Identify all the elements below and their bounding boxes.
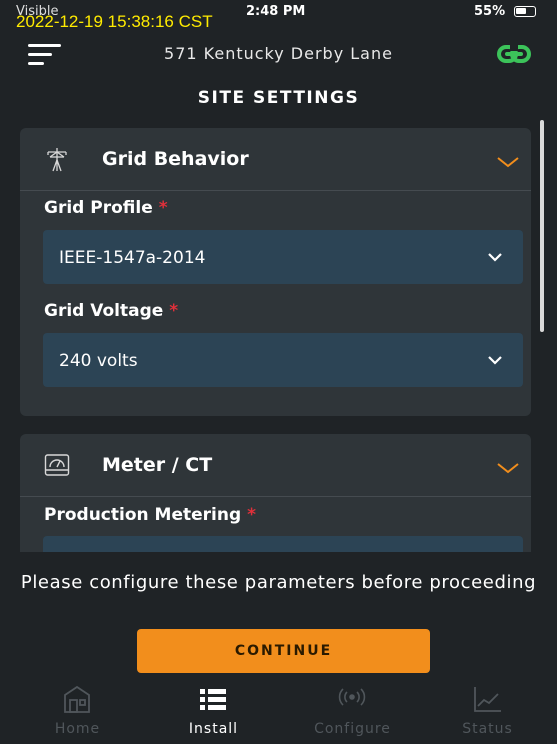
tab-bar: Home Install Configure Status bbox=[0, 680, 557, 744]
continue-button[interactable]: CONTINUE bbox=[137, 629, 430, 673]
chevron-down-icon[interactable] bbox=[496, 461, 520, 475]
tab-configure-label: Configure bbox=[314, 721, 391, 737]
required-marker: * bbox=[169, 301, 179, 321]
meter-icon bbox=[44, 454, 70, 476]
grid-voltage-label: Grid Voltage * bbox=[44, 301, 179, 321]
chevron-down-icon bbox=[488, 253, 502, 262]
required-marker: * bbox=[158, 198, 168, 218]
top-bar: 571 Kentucky Derby Lane bbox=[0, 34, 557, 74]
settings-scroll-area[interactable]: Grid Behavior Grid Profile * IEEE-1547a-2… bbox=[0, 120, 557, 552]
chevron-down-icon bbox=[488, 356, 502, 365]
timestamp-overlay: 2022-12-19 15:38:16 CST bbox=[16, 12, 213, 31]
grid-behavior-card: Grid Behavior Grid Profile * IEEE-1547a-2… bbox=[20, 128, 531, 416]
required-marker: * bbox=[247, 505, 257, 525]
grid-voltage-select[interactable]: 240 volts bbox=[43, 333, 523, 387]
broadcast-icon bbox=[338, 688, 366, 706]
grid-voltage-value: 240 volts bbox=[59, 351, 138, 371]
list-icon bbox=[200, 689, 226, 710]
chart-icon bbox=[474, 687, 501, 712]
continue-label: CONTINUE bbox=[234, 643, 333, 659]
production-metering-select[interactable] bbox=[43, 536, 523, 552]
production-metering-label: Production Metering * bbox=[44, 505, 257, 525]
grid-behavior-title: Grid Behavior bbox=[102, 148, 249, 170]
tab-configure[interactable]: Configure bbox=[283, 680, 422, 744]
tab-home-label: Home bbox=[54, 721, 101, 737]
meter-ct-card: Meter / CT Production Metering * bbox=[20, 434, 531, 552]
page-title: SITE SETTINGS bbox=[197, 88, 360, 108]
battery-icon bbox=[514, 6, 536, 17]
site-address: 571 Kentucky Derby Lane bbox=[164, 44, 393, 63]
link-icon[interactable] bbox=[496, 42, 532, 66]
battery-percent: 55% bbox=[474, 4, 506, 19]
meter-ct-title: Meter / CT bbox=[102, 454, 213, 476]
meter-ct-header[interactable]: Meter / CT bbox=[20, 434, 531, 497]
grid-profile-value: IEEE-1547a-2014 bbox=[59, 248, 206, 268]
home-icon bbox=[64, 685, 90, 713]
grid-profile-label: Grid Profile * bbox=[44, 198, 168, 218]
configure-message: Please configure these parameters before… bbox=[20, 572, 537, 593]
tab-home[interactable]: Home bbox=[8, 680, 147, 744]
chevron-down-icon[interactable] bbox=[496, 155, 520, 169]
tab-status-label: Status bbox=[462, 721, 513, 737]
tab-install[interactable]: Install bbox=[144, 680, 283, 744]
tab-status[interactable]: Status bbox=[418, 680, 557, 744]
scrollbar[interactable] bbox=[540, 120, 544, 332]
grid-behavior-header[interactable]: Grid Behavior bbox=[20, 128, 531, 191]
power-tower-icon bbox=[47, 148, 67, 172]
grid-profile-select[interactable]: IEEE-1547a-2014 bbox=[43, 230, 523, 284]
tab-install-label: Install bbox=[188, 721, 239, 737]
status-time: 2:48 PM bbox=[246, 4, 306, 19]
